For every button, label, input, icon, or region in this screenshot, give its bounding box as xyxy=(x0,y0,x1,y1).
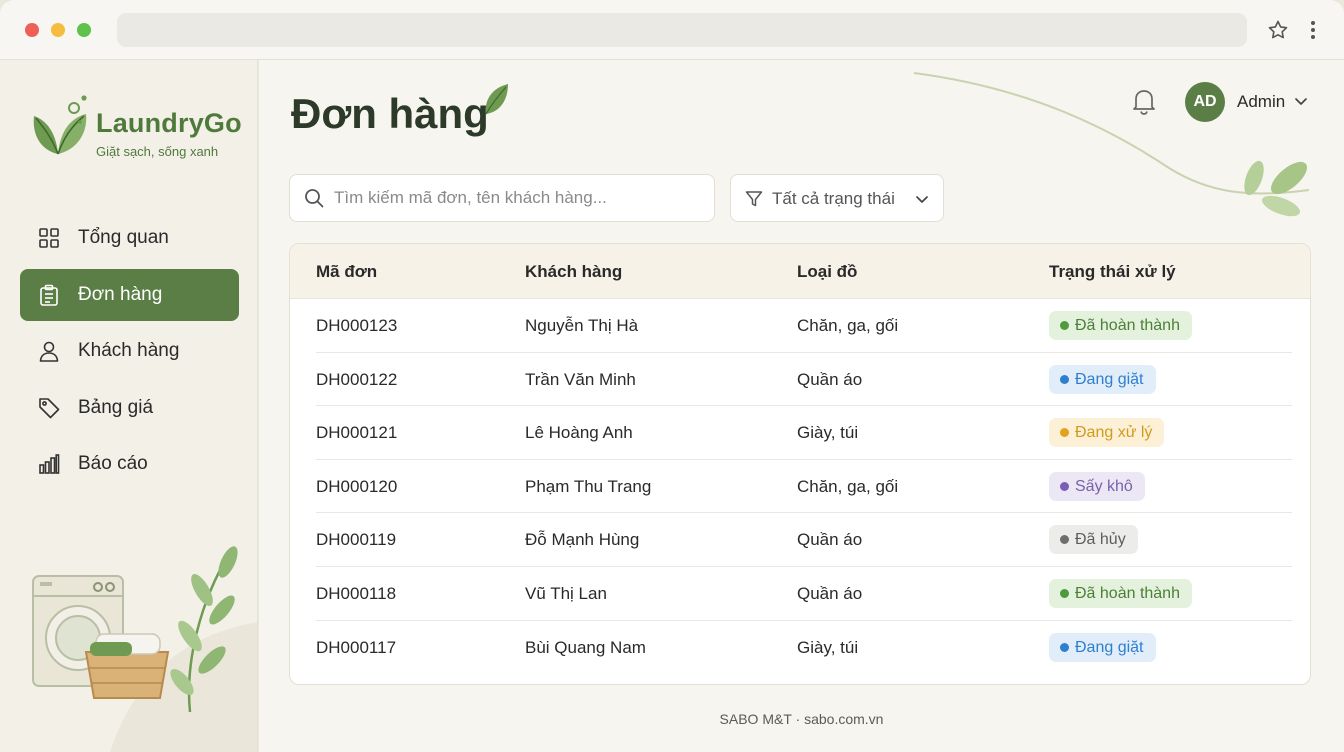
status-label: Đang giặt xyxy=(1075,370,1144,388)
item-type: Chăn, ga, gối xyxy=(797,476,899,496)
address-bar[interactable] xyxy=(117,13,1247,47)
customer-name: Lê Hoàng Anh xyxy=(525,423,633,443)
sidebar-item-reports[interactable]: Báo cáo xyxy=(20,438,239,490)
customer-name: Đỗ Mạnh Hùng xyxy=(525,530,640,550)
grid-icon xyxy=(39,228,59,248)
status-dot-icon xyxy=(1060,321,1069,330)
item-type: Giày, túi xyxy=(797,423,859,443)
item-type: Chăn, ga, gối xyxy=(797,316,899,335)
customer-name: Vũ Thị Lan xyxy=(525,583,607,603)
filter-icon xyxy=(745,191,763,207)
sidebar-item-label: Tổng quan xyxy=(78,227,169,248)
sidebar-nav: Tổng quan Đơn hàng Khách hàng Bảng giá B… xyxy=(20,212,239,495)
customer-name: Nguyễn Thị Hà xyxy=(525,316,639,335)
status-dot-icon xyxy=(1060,535,1069,545)
table-row[interactable]: DH000120 Phạm Thu Trang Chăn, ga, gối Sấy k… xyxy=(316,460,1292,514)
window-minimize-button[interactable] xyxy=(51,23,65,37)
search-input[interactable] xyxy=(334,175,704,221)
status-dot-icon xyxy=(1060,374,1069,384)
order-id[interactable]: DH000122 xyxy=(316,370,397,390)
column-header-item-type[interactable]: Loại đồ xyxy=(797,262,857,282)
status-label: Đang xử lý xyxy=(1075,424,1153,442)
order-id[interactable]: DH000117 xyxy=(316,638,396,658)
order-id[interactable]: DH000123 xyxy=(316,316,397,336)
item-type: Quần áo xyxy=(797,369,863,389)
sidebar-item-orders[interactable]: Đơn hàng xyxy=(20,268,239,321)
leaf-icon xyxy=(485,84,508,115)
sidebar-item-label: Khách hàng xyxy=(78,340,180,361)
status-label: Đã hoàn thành xyxy=(1075,584,1180,602)
search-box xyxy=(289,174,715,222)
table-row[interactable]: DH000118 Vũ Thị Lan Quần áo Đã hoàn thành xyxy=(316,567,1292,621)
status-dot-icon xyxy=(1060,481,1069,491)
laundry-illustration xyxy=(32,546,257,752)
status-label: Đã hoàn thành xyxy=(1075,317,1180,334)
table-row[interactable]: DH000121 Lê Hoàng Anh Giày, túi Đang xử lý xyxy=(316,406,1292,460)
order-id[interactable]: DH000119 xyxy=(316,530,396,550)
status-dot-icon xyxy=(1060,588,1069,598)
avatar[interactable]: AD xyxy=(1185,82,1225,122)
status-badge: Đã hủy xyxy=(1049,525,1138,555)
item-type: Quần áo xyxy=(797,583,863,603)
item-type: Quần áo xyxy=(797,530,863,550)
item-type: Giày, túi xyxy=(797,637,859,657)
user-icon xyxy=(39,341,59,362)
bookmark-star-icon[interactable] xyxy=(1266,18,1290,42)
notification-bell-icon[interactable] xyxy=(1131,87,1157,115)
sidebar-item-overview[interactable]: Tổng quan xyxy=(20,212,239,264)
main-content: Đơn hàng AD Admin Tất cả trạng thái Mã đ… xyxy=(259,60,1344,752)
table-body: DH000123 Nguyễn Thị Hà Chăn, ga, gối Đã hoà… xyxy=(290,299,1310,674)
chevron-down-icon xyxy=(916,196,928,203)
column-header-order-id[interactable]: Mã đơn xyxy=(316,262,377,282)
sidebar-item-customers[interactable]: Khách hàng xyxy=(20,325,239,377)
user-name[interactable]: Admin xyxy=(1237,92,1285,112)
more-vertical-icon[interactable] xyxy=(1304,18,1322,42)
orders-table: Mã đơn Khách hàng Loại đồ Trạng thái xử … xyxy=(289,243,1311,685)
sidebar-item-label: Đơn hàng xyxy=(78,283,163,305)
clipboard-icon xyxy=(40,284,58,306)
window-close-button[interactable] xyxy=(25,23,39,37)
sidebar-item-label: Báo cáo xyxy=(78,453,148,474)
table-header: Mã đơn Khách hàng Loại đồ Trạng thái xử … xyxy=(290,244,1310,299)
window-maximize-button[interactable] xyxy=(77,23,91,37)
order-id[interactable]: DH000121 xyxy=(316,423,397,443)
sidebar-item-label: Bảng giá xyxy=(78,396,154,418)
bar-chart-icon xyxy=(39,454,60,474)
sidebar-item-pricing[interactable]: Bảng giá xyxy=(20,382,239,434)
table-row[interactable]: DH000117 Bùi Quang Nam Giày, túi Đang giặt xyxy=(316,621,1292,675)
brand-name: LaundryGo xyxy=(96,108,242,138)
customer-name: Bùi Quang Nam xyxy=(525,637,646,657)
order-id[interactable]: DH000120 xyxy=(316,477,397,497)
customer-name: Phạm Thu Trang xyxy=(525,476,652,496)
page-title: Đơn hàng xyxy=(291,90,489,137)
table-row[interactable]: DH000119 Đỗ Mạnh Hùng Quần áo Đã hủy xyxy=(316,513,1292,567)
status-label: Đang giặt xyxy=(1075,638,1144,656)
status-label: Sấy khô xyxy=(1075,477,1133,495)
order-id[interactable]: DH000118 xyxy=(316,584,396,604)
status-badge: Đang giặt xyxy=(1049,632,1156,662)
browser-toolbar xyxy=(0,0,1344,60)
column-header-customer[interactable]: Khách hàng xyxy=(525,262,622,282)
leaf-logo-icon xyxy=(33,95,87,155)
customer-name: Trần Văn Minh xyxy=(525,369,636,389)
status-badge: Đã hoàn thành xyxy=(1049,578,1192,608)
footer-text: SABO M&T · sabo.com.vn xyxy=(719,711,884,727)
status-filter-label: Tất cả trạng thái xyxy=(772,189,895,208)
status-badge: Đã hoàn thành xyxy=(1049,311,1192,340)
status-badge: Đang giặt xyxy=(1049,364,1156,394)
status-badge: Sấy khô xyxy=(1049,471,1145,501)
status-badge: Đang xử lý xyxy=(1049,418,1165,448)
brand-tagline: Giặt sạch, sống xanh xyxy=(96,144,219,159)
chevron-down-icon[interactable] xyxy=(1293,93,1309,109)
search-icon xyxy=(305,189,324,208)
tag-icon xyxy=(39,397,60,418)
status-filter-dropdown[interactable]: Tất cả trạng thái xyxy=(730,174,944,222)
status-dot-icon xyxy=(1060,642,1069,652)
status-dot-icon xyxy=(1060,428,1069,438)
sidebar: LaundryGo Giặt sạch, sống xanh Tổng quan… xyxy=(0,60,258,752)
column-header-status[interactable]: Trạng thái xử lý xyxy=(1049,262,1176,282)
table-row[interactable]: DH000123 Nguyễn Thị Hà Chăn, ga, gối Đã hoà… xyxy=(316,299,1292,353)
table-row[interactable]: DH000122 Trần Văn Minh Quần áo Đang giặt xyxy=(316,353,1292,407)
status-label: Đã hủy xyxy=(1075,531,1126,549)
